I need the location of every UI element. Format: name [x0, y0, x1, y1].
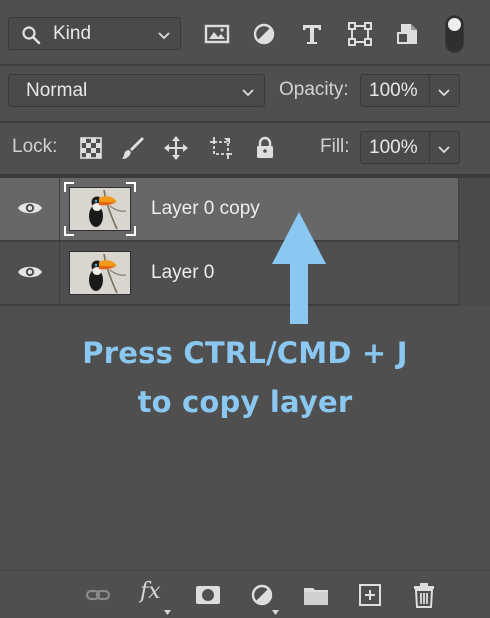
chevron-down-icon [241, 85, 255, 103]
filter-toggle-switch[interactable] [445, 15, 464, 53]
layer-thumbnail[interactable] [69, 187, 131, 231]
annotation-line-1: Press CTRL/CMD + J [82, 336, 408, 370]
blend-mode-dropdown[interactable]: Normal [8, 74, 265, 107]
selection-corner [126, 182, 136, 192]
up-arrow-annotation [270, 210, 328, 331]
lock-row: Lock: Fill: 100% [0, 123, 490, 174]
fill-label: Fill: [320, 136, 350, 157]
adjustment-filter-icon[interactable] [250, 20, 278, 48]
visibility-column [0, 178, 60, 240]
delete-layer-icon[interactable] [410, 581, 438, 609]
triangle-icon [164, 602, 171, 618]
link-layers-icon[interactable] [84, 581, 112, 609]
opacity-label: Opacity: [279, 79, 349, 100]
opacity-field[interactable]: 100% [360, 74, 460, 107]
scrollbar[interactable] [458, 178, 490, 306]
chevron-down-icon[interactable] [437, 85, 451, 103]
separator [429, 75, 430, 106]
toggle-knob [448, 18, 461, 31]
layer-row-layer-0-copy[interactable]: Layer 0 copy [0, 178, 458, 240]
smart-object-filter-icon[interactable] [394, 20, 422, 48]
layer-name[interactable]: Layer 0 copy [151, 198, 260, 220]
selection-corner [64, 226, 74, 236]
layer-thumbnail[interactable] [69, 251, 131, 295]
fill-field[interactable]: 100% [360, 131, 460, 164]
triangle-icon [272, 602, 279, 618]
divider [0, 304, 458, 306]
shape-filter-icon[interactable] [346, 20, 374, 48]
lock-label: Lock: [12, 136, 58, 157]
annotation-line-2: to copy layer [137, 385, 353, 419]
fill-value[interactable]: 100% [369, 137, 418, 159]
image-filter-icon[interactable] [203, 20, 231, 48]
filter-kind-dropdown[interactable]: Kind [8, 17, 181, 50]
add-mask-icon[interactable] [194, 581, 222, 609]
layers-bottom-toolbar: fx [0, 570, 490, 618]
chevron-down-icon [157, 28, 171, 46]
lock-artboard-icon[interactable] [208, 135, 234, 161]
layer-row-layer-0[interactable]: Layer 0 [0, 242, 458, 304]
selection-corner [64, 182, 74, 192]
separator [429, 132, 430, 163]
blend-row: Normal Opacity: 100% [0, 66, 490, 121]
layer-style-icon[interactable]: fx [140, 579, 161, 604]
eye-icon[interactable] [17, 199, 43, 222]
eye-icon[interactable] [17, 263, 43, 286]
layer-filter-bar: Kind [0, 0, 490, 64]
lock-transparent-pixels-icon[interactable] [78, 135, 104, 161]
layer-name[interactable]: Layer 0 [151, 262, 214, 284]
selection-corner [126, 226, 136, 236]
visibility-column [0, 242, 60, 304]
blend-mode-label: Normal [26, 80, 88, 101]
search-icon [21, 25, 41, 50]
new-group-icon[interactable] [302, 581, 330, 609]
lock-all-icon[interactable] [252, 135, 278, 161]
chevron-down-icon[interactable] [437, 142, 451, 160]
type-filter-icon[interactable] [298, 20, 326, 48]
lock-position-icon[interactable] [163, 135, 189, 161]
new-layer-icon[interactable] [356, 581, 384, 609]
filter-kind-label: Kind [53, 23, 92, 44]
lock-image-pixels-icon[interactable] [120, 135, 146, 161]
opacity-value[interactable]: 100% [369, 80, 418, 102]
